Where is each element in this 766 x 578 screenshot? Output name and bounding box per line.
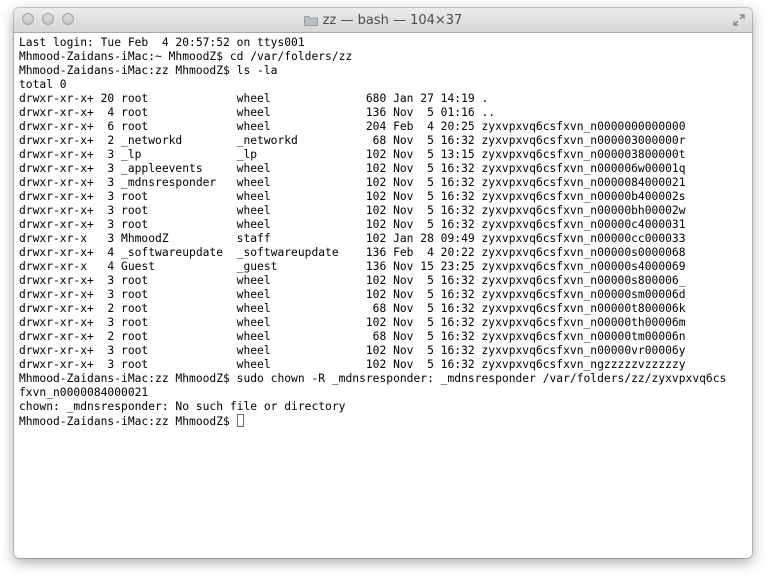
terminal-line: drwxr-xr-x+ 3 root wheel 102 Nov 5 16:32… [19,358,686,371]
folder-icon [303,15,318,26]
terminal-window: zz — bash — 104×37 Last login: Tue Feb 4… [14,8,752,558]
terminal-line: drwxr-xr-x+ 2 root wheel 68 Nov 5 16:32 … [19,330,686,343]
terminal-line: drwxr-xr-x+ 20 root wheel 680 Jan 27 14:… [19,92,489,105]
terminal-line: Mhmood-Zaidans-iMac:zz MhmoodZ$ ls -la [19,64,278,77]
terminal-line: Mhmood-Zaidans-iMac:~ MhmoodZ$ cd /var/f… [19,50,353,63]
terminal-line: drwxr-xr-x+ 2 _networkd _networkd 68 Nov… [19,134,686,147]
title-bar[interactable]: zz — bash — 104×37 [14,8,752,33]
fullscreen-arrows-icon[interactable] [732,13,746,27]
terminal-line: chown: _mdnsresponder: No such file or d… [19,400,346,413]
prompt-line[interactable]: Mhmood-Zaidans-iMac:zz MhmoodZ$ [19,414,752,428]
terminal-line: drwxr-xr-x+ 2 root wheel 68 Nov 5 16:32 … [19,302,686,315]
terminal-line: drwxr-xr-x+ 4 _softwareupdate _softwareu… [19,246,686,259]
text-cursor [236,414,244,427]
terminal-line: drwxr-xr-x+ 6 root wheel 204 Feb 4 20:25… [19,120,686,133]
terminal-line: Mhmood-Zaidans-iMac:zz MhmoodZ$ sudo cho… [19,372,727,385]
terminal-line: drwxr-xr-x+ 3 root wheel 102 Nov 5 16:32… [19,288,686,301]
terminal-output[interactable]: Last login: Tue Feb 4 20:57:52 on ttys00… [19,36,752,558]
terminal-line: drwxr-xr-x+ 4 root wheel 136 Nov 5 01:16… [19,106,496,119]
window-title-group: zz — bash — 104×37 [14,8,752,32]
terminal-line: total 0 [19,78,67,91]
terminal-line: drwxr-xr-x+ 3 _lp _lp 102 Nov 5 13:15 zy… [19,148,686,161]
terminal-line: drwxr-xr-x+ 3 root wheel 102 Nov 5 16:32… [19,274,686,287]
terminal-line: fxvn_n0000084000021 [19,386,149,399]
terminal-line: drwxr-xr-x+ 3 root wheel 102 Nov 5 16:32… [19,344,686,357]
terminal-line: drwxr-xr-x+ 3 root wheel 102 Nov 5 16:32… [19,204,686,217]
terminal-line: drwxr-xr-x 3 MhmoodZ staff 102 Jan 28 09… [19,232,686,245]
terminal-line: drwxr-xr-x+ 3 _mdnsresponder wheel 102 N… [19,176,686,189]
shell-prompt: Mhmood-Zaidans-iMac:zz MhmoodZ$ [19,415,237,428]
terminal-line: Last login: Tue Feb 4 20:57:52 on ttys00… [19,36,305,49]
terminal-line: drwxr-xr-x+ 3 root wheel 102 Nov 5 16:32… [19,190,686,203]
terminal-line: drwxr-xr-x 4 Guest _guest 136 Nov 15 23:… [19,260,686,273]
window-title: zz — bash — 104×37 [322,12,463,28]
terminal-line: drwxr-xr-x+ 3 root wheel 102 Nov 5 16:32… [19,316,686,329]
terminal-line: drwxr-xr-x+ 3 _appleevents wheel 102 Nov… [19,162,686,175]
terminal-line: drwxr-xr-x+ 3 root wheel 102 Nov 5 16:32… [19,218,686,231]
